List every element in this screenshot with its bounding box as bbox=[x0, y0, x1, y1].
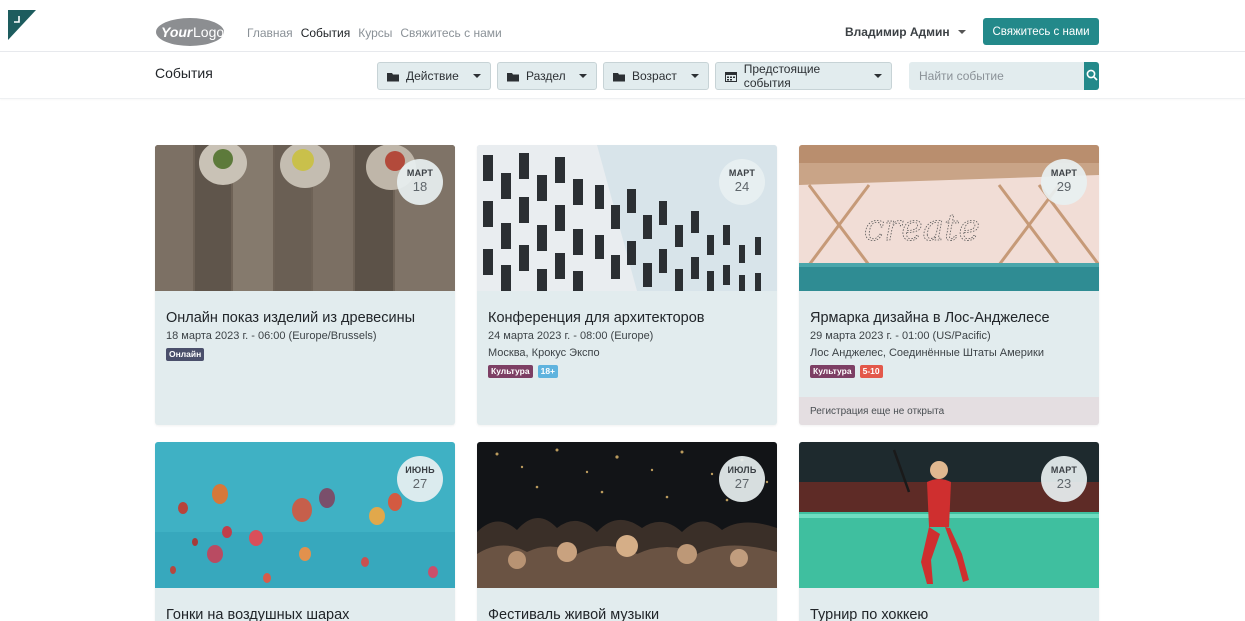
folder-icon bbox=[613, 71, 626, 82]
svg-text:Your: Your bbox=[161, 24, 194, 40]
filter-section[interactable]: Раздел bbox=[497, 62, 597, 90]
event-tags: Культура 5-10 bbox=[810, 365, 1088, 378]
event-location: Москва, Крокус Экспо bbox=[488, 347, 600, 359]
event-day: 23 bbox=[1056, 476, 1072, 491]
event-month: ИЮНЬ bbox=[405, 465, 435, 475]
event-title[interactable]: Фестиваль живой музыки bbox=[488, 607, 766, 621]
event-title[interactable]: Гонки на воздушных шарах bbox=[166, 607, 444, 621]
folder-icon bbox=[387, 71, 400, 82]
event-title[interactable]: Турнир по хоккею bbox=[810, 607, 1088, 621]
event-card[interactable]: create МАРТ 29 Ярмарка дизайна в Лос-Анд… bbox=[799, 145, 1099, 425]
event-title[interactable]: Онлайн показ изделий из древесины bbox=[166, 310, 444, 327]
event-image: МАРТ 23 bbox=[799, 442, 1099, 588]
event-month: МАРТ bbox=[728, 168, 756, 178]
filter-age-label: Возраст bbox=[632, 69, 677, 83]
chevron-down-icon bbox=[874, 74, 882, 78]
event-day: 24 bbox=[734, 179, 750, 194]
folder-icon bbox=[507, 71, 520, 82]
event-date-badge: МАРТ 29 bbox=[1041, 159, 1087, 205]
chevron-down-icon bbox=[473, 74, 481, 78]
svg-text:Logo: Logo bbox=[193, 24, 224, 40]
event-day: 18 bbox=[412, 179, 428, 194]
event-month: МАРТ bbox=[1050, 168, 1078, 178]
event-tag: Онлайн bbox=[166, 348, 205, 361]
event-day: 27 bbox=[412, 476, 428, 491]
filter-action-label: Действие bbox=[406, 69, 459, 83]
user-menu[interactable]: Владимир Админ bbox=[845, 25, 966, 39]
nav-courses[interactable]: Курсы bbox=[358, 26, 392, 40]
event-tag: Культура bbox=[810, 365, 855, 378]
event-day: 27 bbox=[734, 476, 750, 491]
event-tags: Культура 18+ bbox=[488, 365, 766, 378]
event-location: Лос Анджелес, Соединённые Штаты Америки bbox=[810, 347, 1045, 359]
event-tag: Культура bbox=[488, 365, 533, 378]
nav-contact[interactable]: Свяжитесь с нами bbox=[400, 26, 501, 40]
event-date-badge: МАРТ 18 bbox=[397, 159, 443, 205]
search-button[interactable] bbox=[1084, 62, 1099, 90]
event-image: ИЮЛЬ 27 bbox=[477, 442, 777, 588]
search-icon bbox=[1086, 69, 1098, 84]
event-tag: 18+ bbox=[537, 365, 559, 378]
event-date-badge: ИЮЛЬ 27 bbox=[719, 456, 765, 502]
event-month: МАРТ bbox=[1050, 465, 1078, 475]
event-datetime: 18 марта 2023 г. - 06:00 (Europe/Brussel… bbox=[166, 330, 377, 342]
top-navbar: Your Logo Главная События Курсы Свяжитес… bbox=[0, 0, 1245, 52]
event-day: 29 bbox=[1056, 179, 1072, 194]
event-month: МАРТ bbox=[406, 168, 434, 178]
chevron-down-icon bbox=[579, 74, 587, 78]
event-date-badge: ИЮНЬ 27 bbox=[397, 456, 443, 502]
filter-upcoming[interactable]: Предстоящие события bbox=[715, 62, 892, 90]
event-image: create МАРТ 29 bbox=[799, 145, 1099, 291]
event-title[interactable]: Конференция для архитекторов bbox=[488, 310, 766, 327]
event-tags: Онлайн bbox=[166, 348, 444, 361]
filter-action[interactable]: Действие bbox=[377, 62, 491, 90]
page-title: События bbox=[155, 65, 213, 81]
events-toolbar: События Действие Раздел Возраст Предстоя… bbox=[0, 53, 1245, 99]
event-card[interactable]: ИЮНЬ 27 Гонки на воздушных шарах bbox=[155, 442, 455, 621]
event-image: МАРТ 18 bbox=[155, 145, 455, 291]
search-input[interactable] bbox=[909, 62, 1084, 90]
event-card[interactable]: МАРТ 18 Онлайн показ изделий из древесин… bbox=[155, 145, 455, 425]
event-title[interactable]: Ярмарка дизайна в Лос-Анджелесе bbox=[810, 310, 1088, 327]
filter-section-label: Раздел bbox=[526, 69, 566, 83]
event-date-badge: МАРТ 23 bbox=[1041, 456, 1087, 502]
event-search bbox=[909, 62, 1099, 90]
registration-status: Регистрация еще не открыта bbox=[799, 397, 1099, 425]
main-nav: Главная События Курсы Свяжитесь с нами bbox=[247, 26, 502, 40]
contact-us-button[interactable]: Свяжитесь с нами bbox=[983, 18, 1099, 45]
event-card[interactable]: МАРТ 23 Турнир по хоккею bbox=[799, 442, 1099, 621]
filter-age[interactable]: Возраст bbox=[603, 62, 709, 90]
event-card[interactable]: ИЮЛЬ 27 Фестиваль живой музыки bbox=[477, 442, 777, 621]
user-name: Владимир Админ bbox=[845, 25, 950, 39]
filter-upcoming-label: Предстоящие события bbox=[743, 62, 821, 90]
event-image: ИЮНЬ 27 bbox=[155, 442, 455, 588]
chevron-down-icon bbox=[957, 30, 966, 34]
nav-home[interactable]: Главная bbox=[247, 26, 293, 40]
svg-text:create: create bbox=[864, 208, 980, 249]
event-month: ИЮЛЬ bbox=[727, 465, 757, 475]
event-card[interactable]: МАРТ 24 Конференция для архитекторов 24 … bbox=[477, 145, 777, 425]
event-image: МАРТ 24 bbox=[477, 145, 777, 291]
nav-events[interactable]: События bbox=[301, 26, 351, 40]
event-date-badge: МАРТ 24 bbox=[719, 159, 765, 205]
calendar-icon bbox=[725, 71, 738, 82]
event-datetime: 24 марта 2023 г. - 08:00 (Europe) bbox=[488, 330, 654, 342]
site-logo[interactable]: Your Logo bbox=[155, 17, 225, 47]
event-datetime: 29 марта 2023 г. - 01:00 (US/Pacific) bbox=[810, 330, 991, 342]
event-tag: 5-10 bbox=[859, 365, 883, 378]
chevron-down-icon bbox=[691, 74, 699, 78]
